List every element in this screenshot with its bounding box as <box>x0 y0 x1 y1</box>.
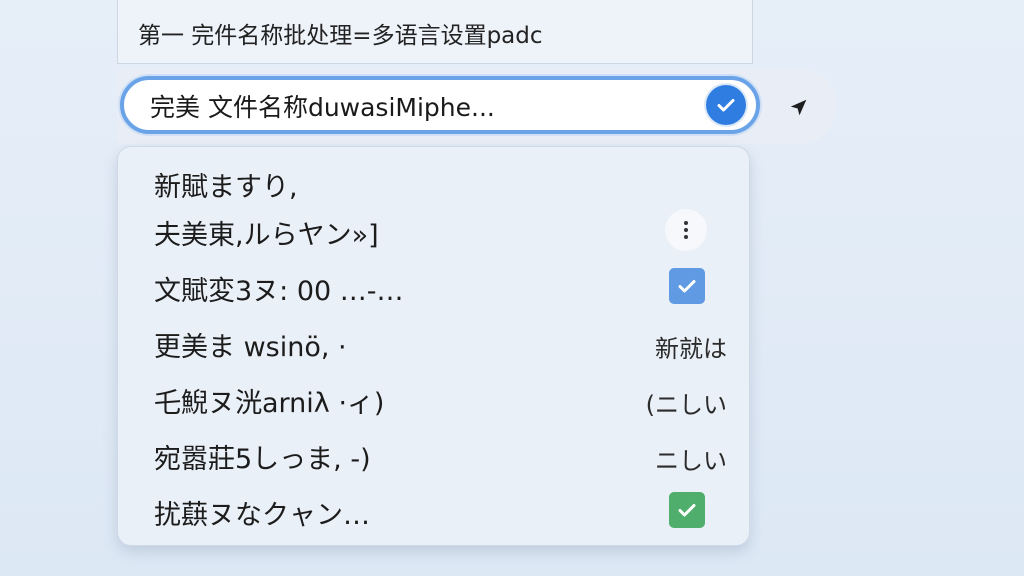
search-row <box>117 68 837 144</box>
dropdown-item-label: 新賦ますり, <box>154 172 298 203</box>
dropdown-item[interactable]: 更美ま wsinö, · 新就は <box>118 315 749 367</box>
more-vertical-icon[interactable] <box>665 209 707 251</box>
dropdown-item-label: 文賦変3ヌ: 00 …-… <box>154 276 404 307</box>
header-panel: 第一 完件名称批处理=多语言设置padc <box>117 0 753 64</box>
dropdown-item-label: 宛嚣莊5しっま, -) <box>154 444 371 475</box>
dropdown-item[interactable]: 文賦変3ヌ: 00 …-… <box>118 259 749 311</box>
suggestion-dropdown: 新賦ますり, 夫美東,ルらヤン»] 文賦変3ヌ: 00 …-… 更美ま wsin… <box>117 146 750 546</box>
dropdown-item-trailing-text: 新就は <box>655 335 727 363</box>
dropdown-item[interactable]: 夫美東,ルらヤン»] <box>118 203 749 255</box>
dropdown-item-label: 更美ま wsinö, · <box>154 332 347 363</box>
dropdown-item[interactable]: 新賦ますり, <box>118 155 749 207</box>
search-box[interactable] <box>120 76 760 134</box>
check-circle-icon[interactable] <box>706 85 746 125</box>
dropdown-item-trailing-text: ニしい <box>655 447 727 475</box>
dropdown-item[interactable]: 扰蕻ヌなクャン… <box>118 483 749 535</box>
dropdown-item-trailing-text: (ニしい <box>645 391 727 419</box>
dropdown-item[interactable]: 宛嚣莊5しっま, -) ニしい <box>118 427 749 479</box>
checkbox-checked-green-icon[interactable] <box>669 492 705 528</box>
screen: 第一 完件名称批处理=多语言设置padc 新賦ますり, 夫美東,ルらヤン»] 文… <box>0 0 1024 576</box>
checkbox-checked-blue-icon[interactable] <box>669 268 705 304</box>
search-input[interactable] <box>150 86 690 126</box>
navigation-arrow-icon[interactable] <box>781 90 817 126</box>
dropdown-item-label: 扰蕻ヌなクャン… <box>154 500 370 531</box>
dropdown-item[interactable]: 乇鯢ヌ洸arniλ ⋅ィ) (ニしい <box>118 371 749 423</box>
dropdown-item-label: 夫美東,ルらヤン»] <box>154 220 379 251</box>
page-title: 第一 完件名称批处理=多语言设置padc <box>138 23 543 49</box>
dropdown-item-label: 乇鯢ヌ洸arniλ ⋅ィ) <box>154 388 385 419</box>
